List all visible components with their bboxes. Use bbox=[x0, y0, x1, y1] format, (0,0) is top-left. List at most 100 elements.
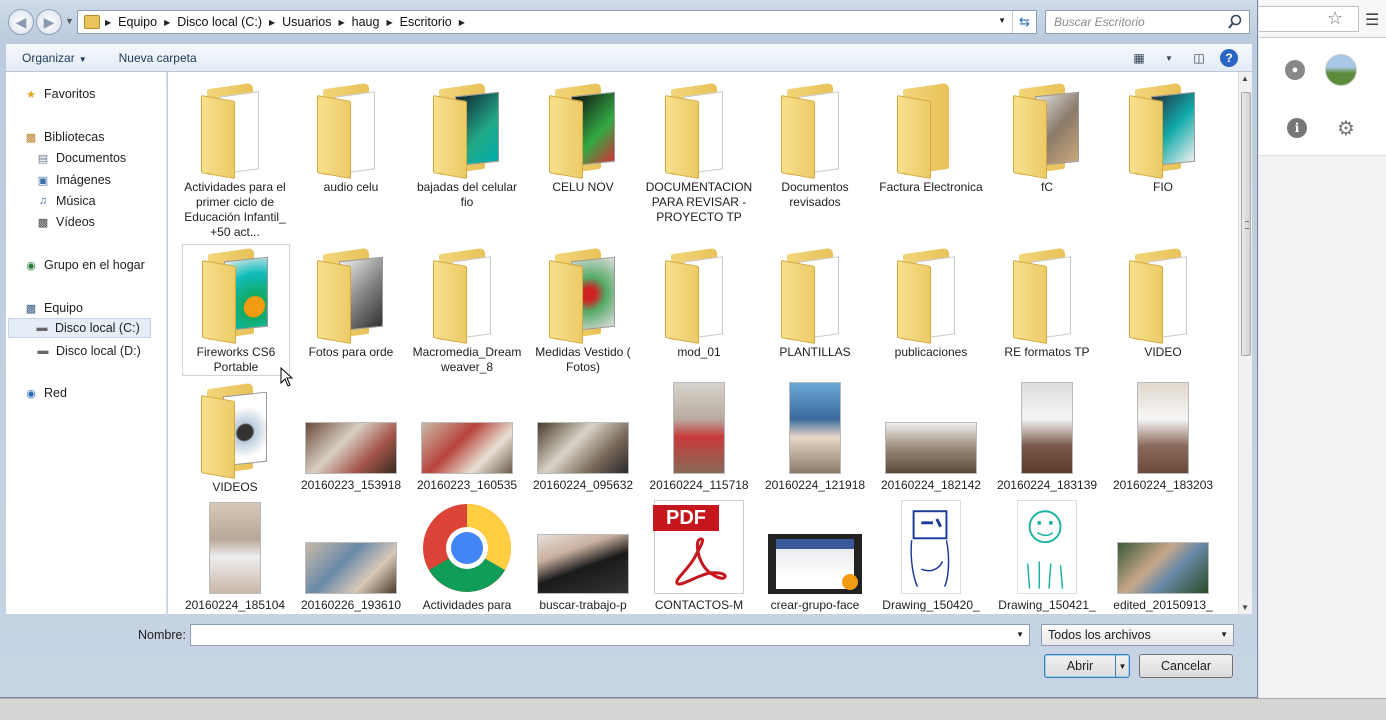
breadcrumb-separator-icon[interactable]: ▶ bbox=[268, 18, 276, 27]
file-tile[interactable]: PDF CONTACTOS-M bbox=[643, 500, 755, 613]
file-tile[interactable]: RE formatos TP bbox=[991, 245, 1103, 360]
gear-icon[interactable]: ⚙ bbox=[1337, 116, 1355, 141]
breadcrumb-usuarios[interactable]: Usuarios bbox=[276, 15, 337, 29]
nav-videos[interactable]: ▩ Vídeos bbox=[36, 212, 95, 232]
breadcrumb-separator-icon[interactable]: ▶ bbox=[337, 18, 345, 27]
file-tile[interactable]: 20160223_160535 bbox=[411, 380, 523, 493]
recent-locations-dropdown[interactable]: ▼ bbox=[65, 16, 74, 26]
file-tile[interactable]: DOCUMENTACION PARA REVISAR - PROYECTO TP bbox=[643, 80, 755, 225]
url-bar[interactable] bbox=[1259, 6, 1359, 32]
address-bar[interactable]: ▶ Equipo ▶ Disco local (C:) ▶ Usuarios ▶… bbox=[77, 10, 1037, 34]
file-tile[interactable]: fC bbox=[991, 80, 1103, 195]
refresh-button[interactable]: ⇆ bbox=[1012, 11, 1036, 33]
file-tile[interactable]: Actividades para el primer ciclo de Educ… bbox=[179, 80, 291, 240]
nav-computer[interactable]: ▩ Equipo bbox=[24, 298, 83, 318]
help-icon[interactable]: ? bbox=[1220, 49, 1238, 67]
file-tile[interactable]: FIO bbox=[1107, 80, 1219, 195]
cancel-button[interactable]: Cancelar bbox=[1139, 654, 1233, 678]
scroll-up-arrow-icon[interactable]: ▲ bbox=[1241, 74, 1249, 83]
breadcrumb-separator-icon[interactable]: ▶ bbox=[163, 18, 171, 27]
file-tile[interactable]: VIDEO bbox=[1107, 245, 1219, 360]
file-name: Factura Electronica bbox=[879, 180, 983, 194]
file-tile[interactable]: Drawing_150420_ bbox=[875, 500, 987, 613]
file-tile[interactable]: 20160223_153918 bbox=[295, 380, 407, 493]
nav-music[interactable]: ♫ Música bbox=[36, 191, 96, 211]
breadcrumb-escritorio[interactable]: Escritorio bbox=[394, 15, 458, 29]
file-tile[interactable]: 20160224_115718 bbox=[643, 380, 755, 493]
file-tile[interactable]: buscar-trabajo-p bbox=[527, 500, 639, 613]
forward-button[interactable]: ▶ bbox=[36, 9, 62, 35]
avatar[interactable] bbox=[1325, 54, 1357, 86]
nav-homegroup[interactable]: ◉ Grupo en el hogar bbox=[24, 255, 145, 275]
file-name: 20160224_095632 bbox=[532, 478, 634, 492]
file-tile[interactable]: Documentos revisados bbox=[759, 80, 871, 210]
open-options-chevron-icon[interactable]: ▼ bbox=[1115, 655, 1129, 677]
file-tile[interactable]: Actividades para bbox=[411, 500, 523, 613]
file-tile[interactable]: bajadas del celular fio bbox=[411, 80, 523, 210]
file-tile[interactable]: 20160224_183139 bbox=[991, 380, 1103, 493]
file-tile[interactable]: edited_20150913_ bbox=[1107, 500, 1219, 613]
file-tile[interactable]: 20160224_121918 bbox=[759, 380, 871, 493]
filename-input[interactable]: ▼ bbox=[190, 624, 1030, 646]
file-type-select[interactable]: Todos los archivos ▼ bbox=[1041, 624, 1234, 646]
file-tile[interactable]: publicaciones bbox=[875, 245, 987, 360]
open-button[interactable]: Abrir ▼ bbox=[1044, 654, 1130, 678]
file-tile[interactable]: audio celu bbox=[295, 80, 407, 195]
menu-icon[interactable]: ☰ bbox=[1365, 10, 1379, 30]
star-icon: ★ bbox=[26, 88, 36, 101]
breadcrumb-equipo[interactable]: Equipo bbox=[112, 15, 163, 29]
file-tile[interactable]: crear-grupo-face bbox=[759, 500, 871, 613]
file-tile[interactable]: 20160224_182142 bbox=[875, 380, 987, 493]
filename-dropdown-icon[interactable]: ▼ bbox=[1016, 630, 1024, 639]
file-tile[interactable]: Medidas Vestido ( Fotos) bbox=[527, 245, 639, 375]
view-options-chevron-icon[interactable]: ▼ bbox=[1160, 50, 1178, 66]
breadcrumb-haug[interactable]: haug bbox=[346, 15, 386, 29]
file-tile[interactable]: 20160224_185104 bbox=[179, 500, 291, 613]
file-tile[interactable]: Drawing_150421_ bbox=[991, 500, 1103, 613]
address-dropdown-icon[interactable]: ▼ bbox=[998, 16, 1006, 25]
nav-libraries[interactable]: ▩ Bibliotecas bbox=[24, 127, 105, 147]
nav-drive-c[interactable]: ▬ Disco local (C:) bbox=[8, 318, 151, 338]
scroll-thumb[interactable] bbox=[1241, 92, 1251, 356]
nav-drive-d[interactable]: ▬ Disco local (D:) bbox=[36, 341, 141, 361]
file-name: DOCUMENTACION PARA REVISAR - PROYECTO TP bbox=[645, 180, 753, 224]
file-tile[interactable]: VIDEOS bbox=[179, 380, 291, 495]
file-tile[interactable]: PLANTILLAS bbox=[759, 245, 871, 360]
preview-pane-icon[interactable]: ◫ bbox=[1190, 50, 1208, 66]
breadcrumb-separator-icon[interactable]: ▶ bbox=[458, 18, 466, 27]
folder-icon bbox=[313, 80, 389, 179]
breadcrumb-drive-c[interactable]: Disco local (C:) bbox=[171, 15, 268, 29]
vertical-scrollbar[interactable]: ▲ ▼ bbox=[1238, 72, 1252, 614]
file-tile[interactable]: Macromedia_Dreamweaver_8 bbox=[411, 245, 523, 375]
nav-documents[interactable]: ▤ Documentos bbox=[36, 148, 126, 168]
image-thumbnail bbox=[789, 382, 841, 474]
change-view-icon[interactable]: ▦ bbox=[1130, 50, 1148, 66]
nav-network[interactable]: ◉ Red bbox=[24, 383, 67, 403]
nav-favorites[interactable]: ★ Favoritos bbox=[24, 84, 95, 104]
nav-images[interactable]: ▣ Imágenes bbox=[36, 170, 111, 190]
info-icon[interactable]: i bbox=[1287, 118, 1307, 138]
star-icon[interactable]: ☆ bbox=[1327, 8, 1343, 29]
file-tile[interactable]: 20160224_095632 bbox=[527, 380, 639, 493]
image-thumbnail bbox=[1137, 382, 1189, 474]
scroll-down-arrow-icon[interactable]: ▼ bbox=[1241, 603, 1249, 612]
file-tile[interactable]: 20160224_183203 bbox=[1107, 380, 1219, 493]
file-tile[interactable]: Fotos para orde bbox=[295, 245, 407, 360]
new-folder-button[interactable]: Nueva carpeta bbox=[103, 51, 213, 65]
search-input[interactable]: Buscar Escritorio bbox=[1045, 10, 1250, 34]
file-tile-hovered[interactable]: Fireworks CS6 Portable bbox=[182, 244, 290, 376]
folder-icon bbox=[1009, 245, 1085, 344]
bell-icon[interactable]: ● bbox=[1285, 60, 1305, 80]
play-icon bbox=[842, 574, 858, 590]
breadcrumb-separator-icon[interactable]: ▶ bbox=[385, 18, 393, 27]
file-tile[interactable]: Factura Electronica bbox=[875, 80, 987, 195]
image-thumbnail bbox=[209, 502, 261, 594]
back-button[interactable]: ◀ bbox=[8, 9, 34, 35]
file-tile[interactable]: mod_01 bbox=[643, 245, 755, 360]
organize-button[interactable]: Organizar ▼ bbox=[6, 51, 103, 65]
breadcrumb-separator-icon[interactable]: ▶ bbox=[104, 18, 112, 27]
file-type-value: Todos los archivos bbox=[1048, 628, 1151, 642]
file-name: 20160224_183139 bbox=[996, 478, 1098, 492]
file-tile[interactable]: 20160226_193610 bbox=[295, 500, 407, 613]
file-tile[interactable]: CELU NOV bbox=[527, 80, 639, 195]
